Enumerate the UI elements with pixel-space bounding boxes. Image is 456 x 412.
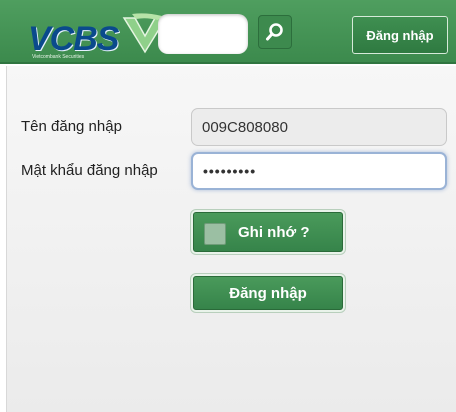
logo-subtitle: Vietcombank Securities	[32, 54, 85, 60]
username-label: Tên đăng nhập	[21, 118, 122, 135]
header-login-button[interactable]: Đăng nhập	[352, 16, 448, 54]
vcbs-logo[interactable]: VCBS Vietcombank Securities	[28, 8, 168, 60]
login-submit-button[interactable]: Đăng nhập	[193, 276, 343, 310]
logo-text: VCBS	[28, 20, 119, 58]
password-input[interactable]	[191, 152, 447, 190]
remember-me-label: Ghi nhớ ?	[238, 223, 310, 241]
search-icon	[266, 23, 283, 41]
remember-me-checkbox[interactable]	[204, 223, 226, 245]
username-input[interactable]	[191, 108, 447, 146]
top-header: VCBS Vietcombank Securities Đăng nhập	[0, 0, 456, 64]
remember-me-toggle[interactable]: Ghi nhớ ?	[193, 212, 343, 252]
login-panel: Tên đăng nhập Mật khẩu đăng nhập Ghi nhớ…	[6, 66, 456, 412]
password-label: Mật khẩu đăng nhập	[21, 162, 158, 179]
search-button[interactable]	[258, 15, 292, 49]
search-input[interactable]	[158, 14, 248, 54]
